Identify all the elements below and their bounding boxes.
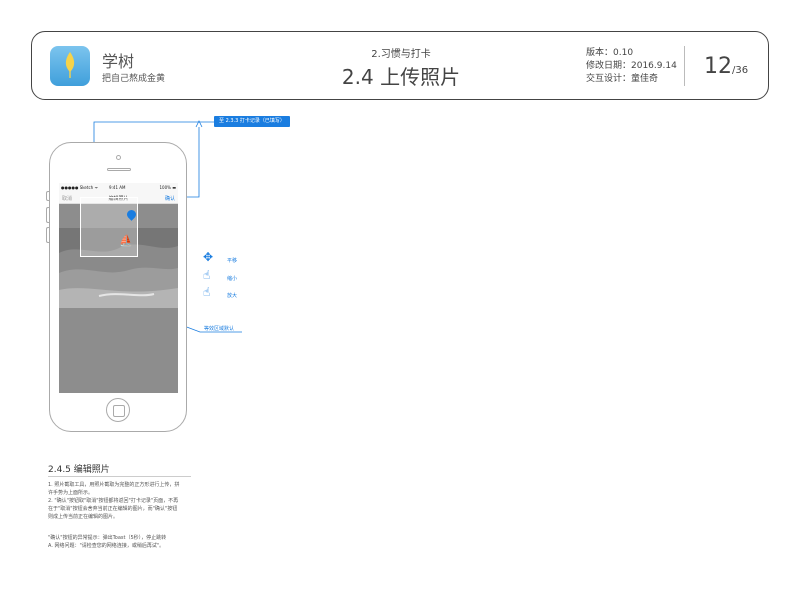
section-divider: [48, 476, 191, 477]
description-line: "确认"按钮的异常提示：弹出Toast（5秒），停止跳转: [48, 535, 167, 541]
section-title: 2.4.5 编辑照片: [48, 465, 110, 475]
zoom-hand-icon: ☝: [203, 285, 211, 299]
gesture-label-pinch: 缩小: [227, 276, 238, 282]
speaker: [107, 168, 131, 171]
gesture-label-pan: 平移: [227, 258, 238, 264]
front-camera: [116, 155, 121, 160]
gesture-label-zoom: 放大: [227, 293, 238, 299]
description-line: A. 网络问题："请检查您的网络连接，或稍后再试"。: [48, 543, 165, 549]
description-line: 许手势为上面所示。: [48, 490, 94, 496]
mute-switch: [46, 191, 49, 201]
pan-hand-icon: ✥: [203, 250, 214, 264]
crop-annotation: 等效区域默认: [204, 326, 235, 332]
home-button: [106, 398, 130, 422]
pinch-hand-icon: ☝: [203, 268, 211, 282]
status-bar: ●●●●● Sketch ᯤ 9:41 AM 100% ▬: [59, 183, 178, 191]
link-tag[interactable]: 至 2.3.3 打卡记录（已填写）: [214, 116, 290, 127]
volume-up-button: [46, 207, 49, 223]
phone-mockup: ●●●●● Sketch ᯤ 9:41 AM 100% ▬ 取消 编辑照片 确认…: [46, 142, 187, 432]
description-line: 在于"取消"按钮会舍弃当前正在编辑的图片，而"确认"按钮: [48, 506, 178, 512]
description-line: 2. "确认"按钮取"取消"按钮都将返回"打卡记录"页面，不再: [48, 498, 179, 504]
sailboat-icon: ⛵: [119, 234, 133, 247]
description-line: 则成上传当前正在编辑的图片。: [48, 514, 119, 520]
battery-text: 100% ▬: [159, 185, 177, 190]
confirm-button[interactable]: 确认: [165, 195, 175, 202]
crop-frame[interactable]: [80, 197, 138, 257]
description-line: 1. 照片截取工具，用照片截取为完整的正方形进行上传，拼: [48, 482, 180, 488]
status-time: 9:41 AM: [109, 185, 126, 190]
volume-down-button: [46, 227, 49, 243]
